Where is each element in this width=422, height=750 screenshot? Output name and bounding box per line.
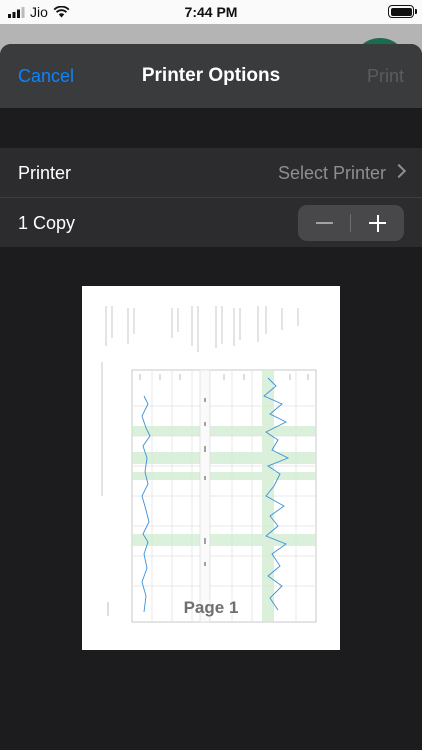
copies-label: 1 Copy — [18, 213, 76, 233]
print-button[interactable]: Print — [367, 66, 404, 87]
page-preview[interactable]: Page 1 — [82, 286, 340, 650]
printer-row[interactable]: Printer Select Printer — [0, 148, 422, 197]
copies-stepper[interactable] — [298, 205, 404, 241]
status-bar: Jio 7:44 PM — [0, 0, 422, 24]
nav-bar: Cancel Printer Options Print — [0, 44, 422, 108]
printer-options-sheet: Cancel Printer Options Print Printer Sel… — [0, 44, 422, 750]
increment-button[interactable] — [351, 205, 404, 241]
chevron-right-icon — [391, 163, 407, 179]
decrement-button[interactable] — [298, 205, 351, 241]
printer-label: Printer — [18, 163, 72, 183]
copies-row: 1 Copy — [0, 197, 422, 247]
select-printer-value[interactable]: Select Printer — [278, 163, 386, 184]
page-number-label: Page 1 — [183, 598, 239, 617]
battery-icon — [388, 5, 417, 18]
minus-icon — [316, 222, 333, 224]
status-time: 7:44 PM — [184, 4, 238, 20]
page-title: Printer Options — [141, 65, 281, 86]
